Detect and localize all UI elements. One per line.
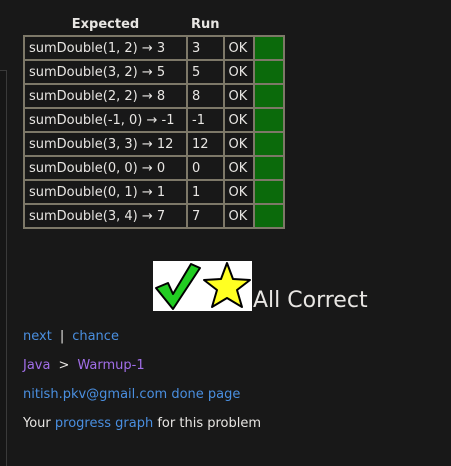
expected-cell: sumDouble(3, 3) → 12 [23, 131, 188, 157]
expected-cell: sumDouble(2, 2) → 8 [23, 83, 188, 109]
nav-separator: | [59, 329, 65, 344]
breadcrumb-arrow: > [58, 358, 70, 373]
result-cell: OK [222, 179, 255, 205]
status-cell [252, 131, 285, 157]
checkmark-icon [155, 263, 201, 310]
run-cell: 1 [186, 179, 225, 205]
all-correct-text: All Correct [253, 288, 368, 313]
result-row: sumDouble(3, 4) → 7 7 OK [23, 203, 285, 229]
run-header: Run [191, 17, 220, 32]
status-cell [252, 83, 285, 109]
expected-cell: sumDouble(-1, 0) → -1 [23, 107, 188, 133]
progress-line: Your progress graph for this problem [23, 416, 261, 431]
run-cell: 12 [186, 131, 225, 157]
next-link[interactable]: next [23, 329, 52, 344]
result-row: sumDouble(0, 0) → 0 0 OK [23, 155, 285, 181]
result-row: sumDouble(2, 2) → 8 8 OK [23, 83, 285, 109]
expected-header: Expected [71, 17, 140, 32]
status-cell [252, 179, 285, 205]
result-row: sumDouble(-1, 0) → -1 -1 OK [23, 107, 285, 133]
result-cell: OK [222, 203, 255, 229]
status-cell [252, 155, 285, 181]
breadcrumb: Java > Warmup-1 [23, 358, 145, 373]
result-header [224, 16, 254, 36]
run-cell: 7 [186, 203, 225, 229]
nav-links: next | chance [23, 329, 119, 344]
expected-cell: sumDouble(0, 1) → 1 [23, 179, 188, 205]
status-cell [252, 59, 285, 85]
expected-cell: sumDouble(3, 2) → 5 [23, 59, 188, 85]
result-row: sumDouble(1, 2) → 3 3 OK [23, 35, 285, 61]
expected-cell: sumDouble(3, 4) → 7 [23, 203, 188, 229]
run-cell: 3 [186, 35, 225, 61]
status-cell [252, 107, 285, 133]
expected-cell: sumDouble(0, 0) → 0 [23, 155, 188, 181]
result-cell: OK [222, 83, 255, 109]
progress-prefix: Your [23, 416, 51, 431]
result-cell: OK [222, 131, 255, 157]
result-cell: OK [222, 107, 255, 133]
breadcrumb-section-link[interactable]: Warmup-1 [77, 358, 144, 373]
status-cell [252, 203, 285, 229]
run-cell: 5 [186, 59, 225, 85]
left-panel-edge [0, 70, 7, 466]
progress-graph-link[interactable]: progress graph [55, 416, 153, 431]
run-cell: 0 [186, 155, 225, 181]
result-cell: OK [222, 59, 255, 85]
star-icon [203, 262, 251, 308]
run-cell: 8 [186, 83, 225, 109]
result-cell: OK [222, 35, 255, 61]
user-done-line: nitish.pkv@gmail.com done page [23, 387, 240, 402]
result-row: sumDouble(0, 1) → 1 1 OK [23, 179, 285, 205]
results-table: Expected Run sumDouble(1, 2) → 3 3 OK sumDo… [23, 16, 285, 229]
progress-suffix: for this problem [157, 416, 262, 431]
breadcrumb-language-link[interactable]: Java [23, 358, 50, 373]
result-row: sumDouble(3, 2) → 5 5 OK [23, 59, 285, 85]
chance-link[interactable]: chance [72, 329, 119, 344]
expected-cell: sumDouble(1, 2) → 3 [23, 35, 188, 61]
status-header [254, 16, 284, 36]
success-badge [153, 261, 252, 311]
result-cell: OK [222, 155, 255, 181]
user-done-link[interactable]: nitish.pkv@gmail.com done page [23, 387, 240, 402]
run-cell: -1 [186, 107, 225, 133]
status-cell [252, 35, 285, 61]
result-row: sumDouble(3, 3) → 12 12 OK [23, 131, 285, 157]
results-header-row: Expected Run [24, 16, 284, 36]
